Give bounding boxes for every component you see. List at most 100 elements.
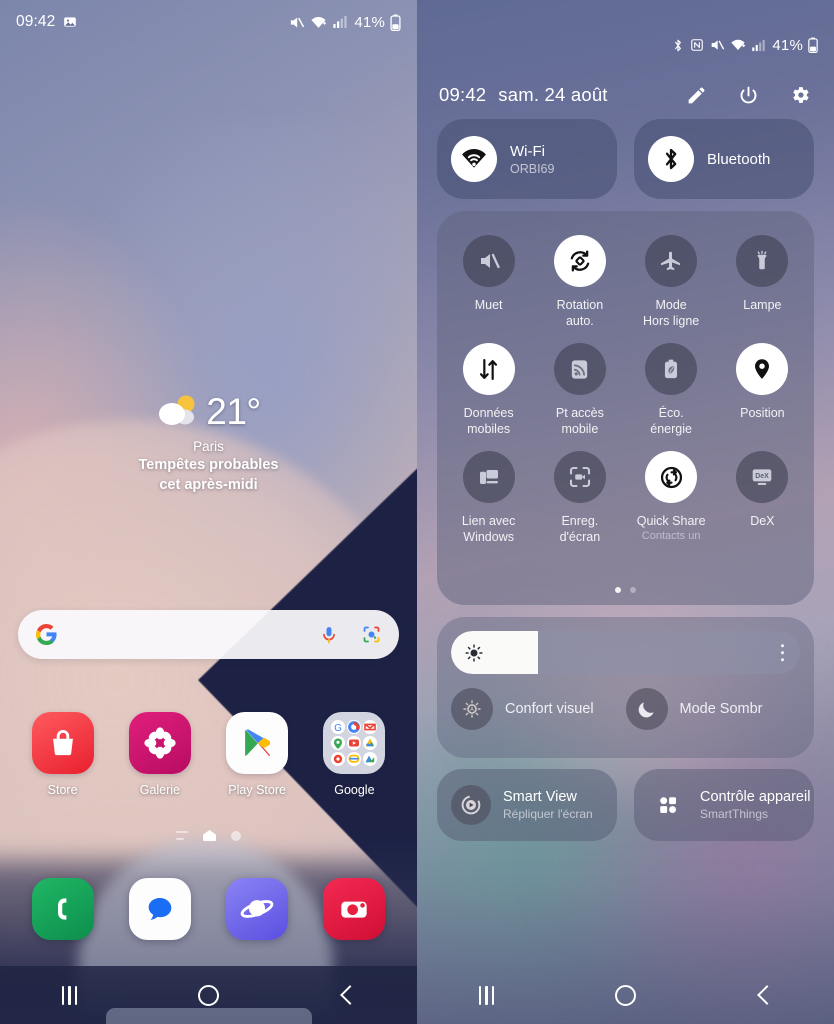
- toggle-location[interactable]: Position: [717, 343, 808, 445]
- toggle-label: Éco. énergie: [650, 406, 692, 436]
- gear-icon[interactable]: [788, 83, 812, 107]
- weather-description-line1: Tempêtes probables: [138, 457, 279, 473]
- quickpanel-header-actions: [684, 83, 812, 107]
- wifi-icon: [730, 37, 746, 53]
- dual-screenshot: 09:42 41% 21° Paris Tempêtes probables c…: [0, 0, 834, 1024]
- home-icon[interactable]: [591, 975, 661, 1015]
- home-dock: [0, 878, 417, 940]
- device-control-title: Contrôle appareil: [700, 789, 811, 805]
- bluetooth-tile-title: Bluetooth: [707, 150, 771, 168]
- toggle-airplane-mode[interactable]: Mode Hors ligne: [626, 235, 717, 337]
- toggle-row-3: Lien avec Windows Enreg. d'écran Quick S…: [443, 451, 808, 553]
- page-dot-1[interactable]: [615, 587, 621, 593]
- brightness-card: A Confort visuel Mode Sombr: [437, 617, 814, 758]
- back-icon[interactable]: [730, 975, 800, 1015]
- back-icon[interactable]: [313, 975, 383, 1015]
- wifi-tile-ssid: ORBI69: [510, 161, 555, 176]
- connection-pills: Wi-Fi ORBI69 Bluetooth: [417, 119, 834, 199]
- brightness-icon: [464, 643, 484, 663]
- google-logo-icon: [35, 623, 58, 646]
- bluetooth-tile-text: Bluetooth: [707, 151, 770, 168]
- device-control-tile[interactable]: Contrôle appareil SmartThings: [634, 769, 814, 841]
- signal-icon: [332, 14, 348, 30]
- eye-comfort-shield-button[interactable]: A Confort visuel: [451, 688, 626, 730]
- battery-percent-label: 41%: [354, 13, 385, 31]
- toggle-quick-share[interactable]: Quick Share Contacts un: [626, 451, 717, 553]
- quick-settings-panel: 41% 09:42 sam. 24 août Wi-Fi ORBI69 Blue…: [417, 0, 834, 1024]
- nfc-icon: [690, 38, 704, 52]
- messages-icon[interactable]: [128, 878, 191, 940]
- samsung-internet-icon[interactable]: [226, 878, 289, 940]
- wifi-icon: [451, 136, 497, 182]
- app-store[interactable]: Store: [24, 712, 102, 797]
- smart-view-tile[interactable]: Smart View Répliquer l'écran: [437, 769, 617, 841]
- app-label: Store: [47, 783, 78, 797]
- samsung-store-icon: [31, 712, 94, 774]
- google-lens-icon[interactable]: [361, 624, 382, 645]
- bluetooth-tile[interactable]: Bluetooth: [634, 119, 814, 199]
- toggle-auto-rotate[interactable]: Rotation auto.: [534, 235, 625, 337]
- wifi-icon: [310, 14, 327, 31]
- toggle-label: Mode Hors ligne: [642, 298, 700, 328]
- toggle-row-1: Muet Rotation auto. Mode Hors ligne Lamp…: [443, 235, 808, 337]
- smart-view-title: Smart View: [503, 789, 577, 805]
- toggle-dex[interactable]: DeX DeX: [717, 451, 808, 553]
- home-page-icon[interactable]: [203, 830, 216, 841]
- app-folder-google[interactable]: G Google: [315, 712, 393, 797]
- dot-page-icon[interactable]: [231, 830, 241, 841]
- toggle-mobile-data[interactable]: Données mobiles: [443, 343, 534, 445]
- mobile-data-icon: [462, 343, 515, 395]
- power-icon[interactable]: [736, 83, 760, 107]
- camera-icon[interactable]: [323, 878, 386, 940]
- recents-icon[interactable]: [35, 975, 105, 1015]
- smart-view-icon: [451, 785, 491, 825]
- app-play-store[interactable]: Play Store: [218, 712, 296, 797]
- app-galerie[interactable]: Galerie: [121, 712, 199, 797]
- more-vertical-icon[interactable]: [780, 643, 784, 662]
- moon-icon: [625, 688, 668, 730]
- toggle-flashlight[interactable]: Lampe: [717, 235, 808, 337]
- toggle-screen-recorder[interactable]: Enreg. d'écran: [534, 451, 625, 553]
- wifi-tile[interactable]: Wi-Fi ORBI69: [437, 119, 617, 199]
- flashlight-icon: [736, 235, 789, 287]
- toggle-label: Position: [740, 406, 785, 420]
- home-status-bar: 09:42 41%: [0, 0, 417, 44]
- pencil-icon[interactable]: [684, 83, 708, 107]
- app-label: Google: [334, 783, 375, 797]
- quickpanel-bottom-pills: Smart View Répliquer l'écran Contrôle ap…: [437, 769, 814, 841]
- gesture-handle[interactable]: [105, 1008, 312, 1024]
- toggle-label: Lien avec Windows: [461, 514, 516, 544]
- toggle-mute[interactable]: Muet: [443, 235, 534, 337]
- mute-icon: [462, 235, 515, 287]
- home-screen-panel: 09:42 41% 21° Paris Tempêtes probables c…: [0, 0, 417, 1024]
- status-system-icons: 41%: [671, 37, 818, 54]
- battery-icon: [390, 14, 401, 31]
- weather-widget[interactable]: 21° Paris Tempêtes probables cet après-m…: [0, 392, 417, 494]
- bluetooth-icon: [671, 38, 685, 53]
- status-notification-icons: [63, 15, 77, 29]
- google-folder-icon: G: [323, 712, 386, 774]
- quickpanel-clock[interactable]: 09:42: [439, 84, 486, 106]
- toggle-link-to-windows[interactable]: Lien avec Windows: [443, 451, 534, 553]
- signal-icon: [751, 38, 766, 53]
- recents-icon[interactable]: [452, 975, 522, 1015]
- toggle-mobile-hotspot[interactable]: Pt accès mobile: [534, 343, 625, 445]
- svg-text:DeX: DeX: [756, 473, 770, 480]
- dark-mode-button[interactable]: Mode Sombr: [625, 688, 801, 730]
- svg-text:G: G: [334, 723, 342, 734]
- power-saving-icon: [645, 343, 698, 395]
- brightness-slider[interactable]: [451, 631, 800, 674]
- home-app-grid: Store Galerie Play Store G Google: [0, 712, 417, 797]
- toggle-label: DeX: [750, 514, 775, 528]
- google-search-bar[interactable]: [18, 610, 399, 659]
- page-dot-2[interactable]: [630, 587, 636, 593]
- quickpanel-navigation-bar: [417, 966, 834, 1024]
- smart-view-subtitle: Répliquer l'écran: [503, 807, 593, 821]
- phone-icon[interactable]: [31, 878, 94, 940]
- toggle-power-saving[interactable]: Éco. énergie: [626, 343, 717, 445]
- microphone-icon[interactable]: [319, 625, 339, 645]
- quickpanel-date[interactable]: sam. 24 août: [498, 84, 607, 106]
- status-system-icons: 41%: [288, 14, 401, 31]
- hotspot-icon: [553, 343, 606, 395]
- list-page-icon[interactable]: [176, 831, 188, 840]
